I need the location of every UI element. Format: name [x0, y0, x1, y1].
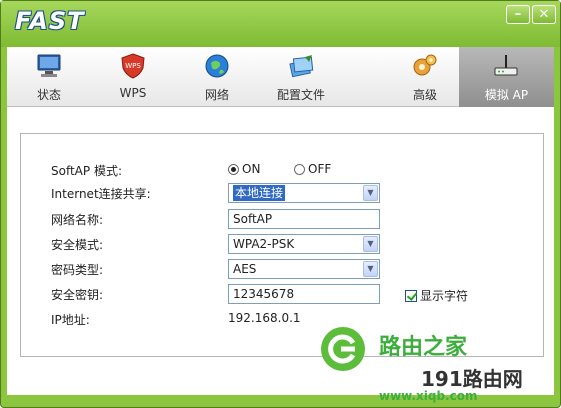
tab-softap[interactable]: 模拟 AP — [459, 47, 554, 107]
internet-share-label: Internet连接共享: — [51, 187, 151, 201]
tab-label: 配置文件 — [276, 88, 325, 102]
security-mode-select[interactable]: WPA2-PSK ▼ — [228, 234, 380, 254]
security-key-input[interactable]: 12345678 — [228, 284, 380, 304]
tab-label: WPS — [119, 86, 147, 100]
ip-address-label: IP地址: — [51, 313, 90, 327]
minimize-button[interactable]: – — [506, 5, 530, 24]
softap-mode-label: SoftAP 模式: — [51, 164, 122, 178]
brand-logo: FAST — [15, 7, 85, 35]
radio-indicator — [294, 163, 305, 175]
content-area: SoftAP 模式: ON OFF Internet连接共享: 本地连接 ▼ 网… — [7, 107, 554, 395]
ip-address-value: 192.168.0.1 — [228, 311, 301, 325]
profile-icon — [289, 55, 314, 78]
chevron-down-icon[interactable]: ▼ — [363, 185, 378, 201]
select-value: AES — [233, 262, 257, 276]
network-name-label: 网络名称: — [51, 213, 104, 227]
radio-selected-indicator — [228, 163, 239, 175]
watermark-text-cn: 路由之家 — [379, 335, 468, 360]
tab-status[interactable]: 状态 — [7, 47, 91, 107]
chevron-down-icon[interactable]: ▼ — [363, 261, 378, 277]
security-mode-label: 安全模式: — [51, 238, 104, 252]
tab-label: 状态 — [36, 88, 61, 102]
radio-label: ON — [242, 162, 261, 176]
svg-text:WPS: WPS — [125, 62, 141, 70]
checkbox-indicator — [405, 289, 417, 302]
cipher-type-label: 密码类型: — [51, 263, 104, 277]
gears-icon — [413, 54, 437, 76]
softap-off-radio[interactable]: OFF — [294, 162, 331, 176]
tab-profile[interactable]: 配置文件 — [259, 47, 343, 107]
watermark-url: www.xiqb.com — [379, 389, 478, 403]
checkbox-label: 显示字符 — [420, 289, 469, 303]
softap-settings-panel: SoftAP 模式: ON OFF Internet连接共享: 本地连接 ▼ 网… — [20, 133, 544, 357]
internet-share-select[interactable]: 本地连接 ▼ — [228, 183, 380, 203]
app-window: FAST – ✕ 状态 WPS WPS 网络 配置文件 高级 模拟 AP Sof… — [0, 0, 561, 408]
globe-icon — [205, 54, 229, 78]
select-value: 本地连接 — [233, 185, 286, 201]
tab-label: 模拟 AP — [484, 88, 529, 102]
tab-network[interactable]: 网络 — [175, 47, 259, 107]
tab-wps[interactable]: WPS WPS — [91, 47, 175, 107]
main-toolbar: 状态 WPS WPS 网络 配置文件 高级 模拟 AP — [7, 47, 554, 107]
network-name-input[interactable]: SoftAP — [228, 209, 380, 229]
tab-advanced[interactable]: 高级 — [383, 47, 467, 107]
chevron-down-icon[interactable]: ▼ — [363, 236, 378, 252]
show-chars-checkbox[interactable]: 显示字符 — [405, 287, 468, 304]
tab-label: 网络 — [204, 88, 229, 102]
title-bar: FAST – ✕ — [1, 1, 560, 47]
select-value: WPA2-PSK — [233, 237, 295, 251]
cipher-type-select[interactable]: AES ▼ — [228, 259, 380, 279]
radio-label: OFF — [308, 162, 332, 176]
monitor-icon — [37, 54, 61, 77]
router-icon — [494, 55, 518, 76]
shield-icon: WPS — [121, 53, 145, 79]
security-key-label: 安全密钥: — [51, 288, 104, 302]
tab-label: 高级 — [412, 88, 437, 102]
close-button[interactable]: ✕ — [532, 5, 556, 24]
watermark-logo-icon — [321, 327, 365, 371]
softap-on-radio[interactable]: ON — [228, 162, 260, 176]
watermark-text-secondary: 191路由网 — [421, 367, 523, 391]
